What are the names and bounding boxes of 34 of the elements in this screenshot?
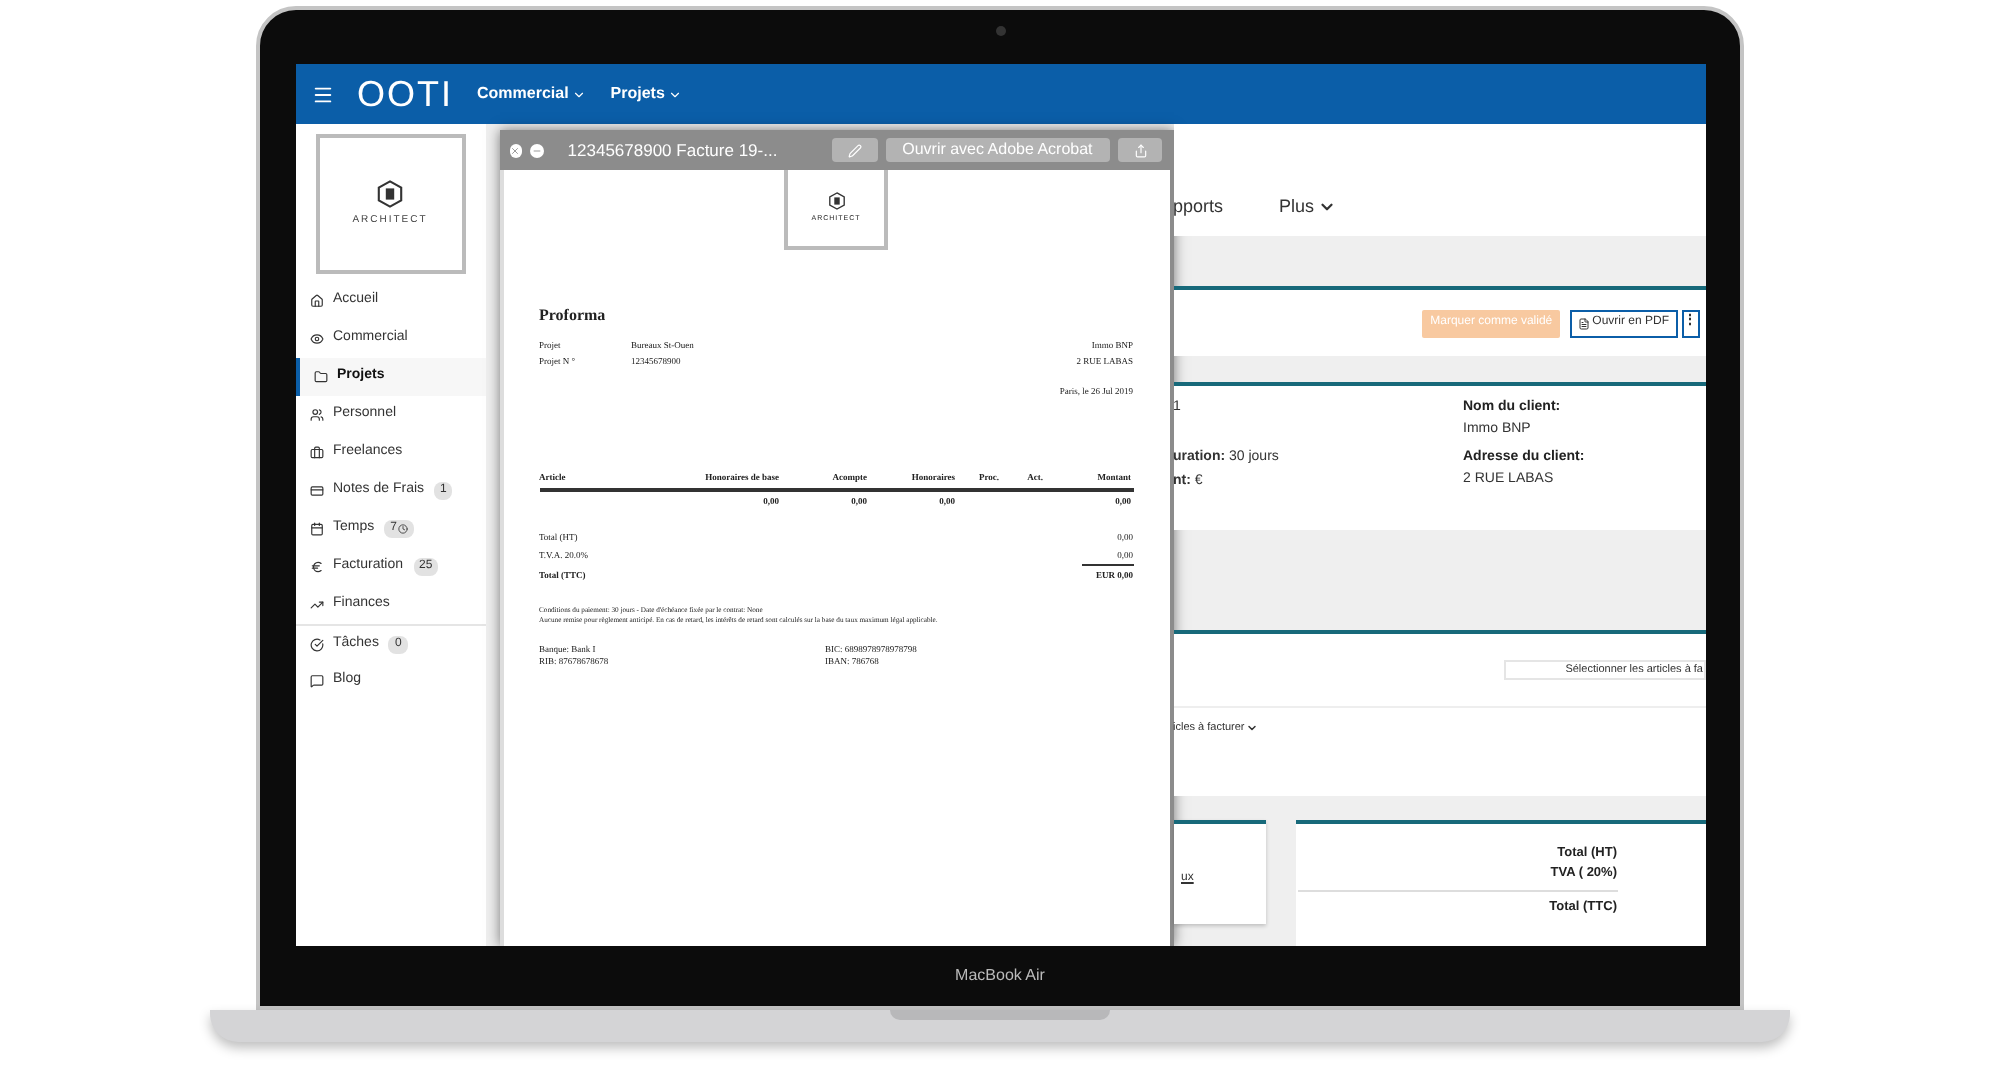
nav-menu[interactable]: Commercial xyxy=(477,82,587,106)
share-icon xyxy=(1133,143,1148,157)
item-icon xyxy=(309,522,323,536)
item-icon xyxy=(313,370,327,384)
logo-icon xyxy=(376,179,404,208)
logo-icon xyxy=(827,191,845,210)
chevron-icon xyxy=(668,87,683,101)
item-icon xyxy=(309,674,323,688)
document-icon xyxy=(1578,317,1591,329)
item-icon xyxy=(309,332,323,346)
share-button[interactable] xyxy=(1117,138,1163,162)
app-logo[interactable]: OOTI xyxy=(357,76,453,112)
nav-menu[interactable]: Projets xyxy=(610,82,683,106)
item-icon xyxy=(309,408,323,422)
page-tab[interactable]: pports xyxy=(1173,193,1224,220)
item-icon xyxy=(309,637,323,651)
item-icon xyxy=(309,484,323,498)
caret-icon xyxy=(1246,722,1259,735)
page-tab[interactable]: Plus xyxy=(1279,193,1337,220)
item-icon xyxy=(309,446,323,460)
close-button[interactable] xyxy=(509,143,523,157)
minus-icon xyxy=(531,145,542,155)
markup-button[interactable] xyxy=(831,138,878,162)
pen-icon xyxy=(847,143,862,157)
window-title: 12345678900 Facture 19-... xyxy=(567,137,780,163)
minimize-button[interactable] xyxy=(530,143,544,157)
device-label: MacBook Air xyxy=(955,964,1045,988)
menu-icon[interactable] xyxy=(311,83,333,105)
camera-icon xyxy=(995,26,1005,36)
item-icon xyxy=(309,294,323,308)
chevron-icon xyxy=(572,87,587,101)
document-heading: Proforma xyxy=(539,304,608,328)
item-icon xyxy=(309,560,323,574)
item-icon xyxy=(309,598,323,612)
